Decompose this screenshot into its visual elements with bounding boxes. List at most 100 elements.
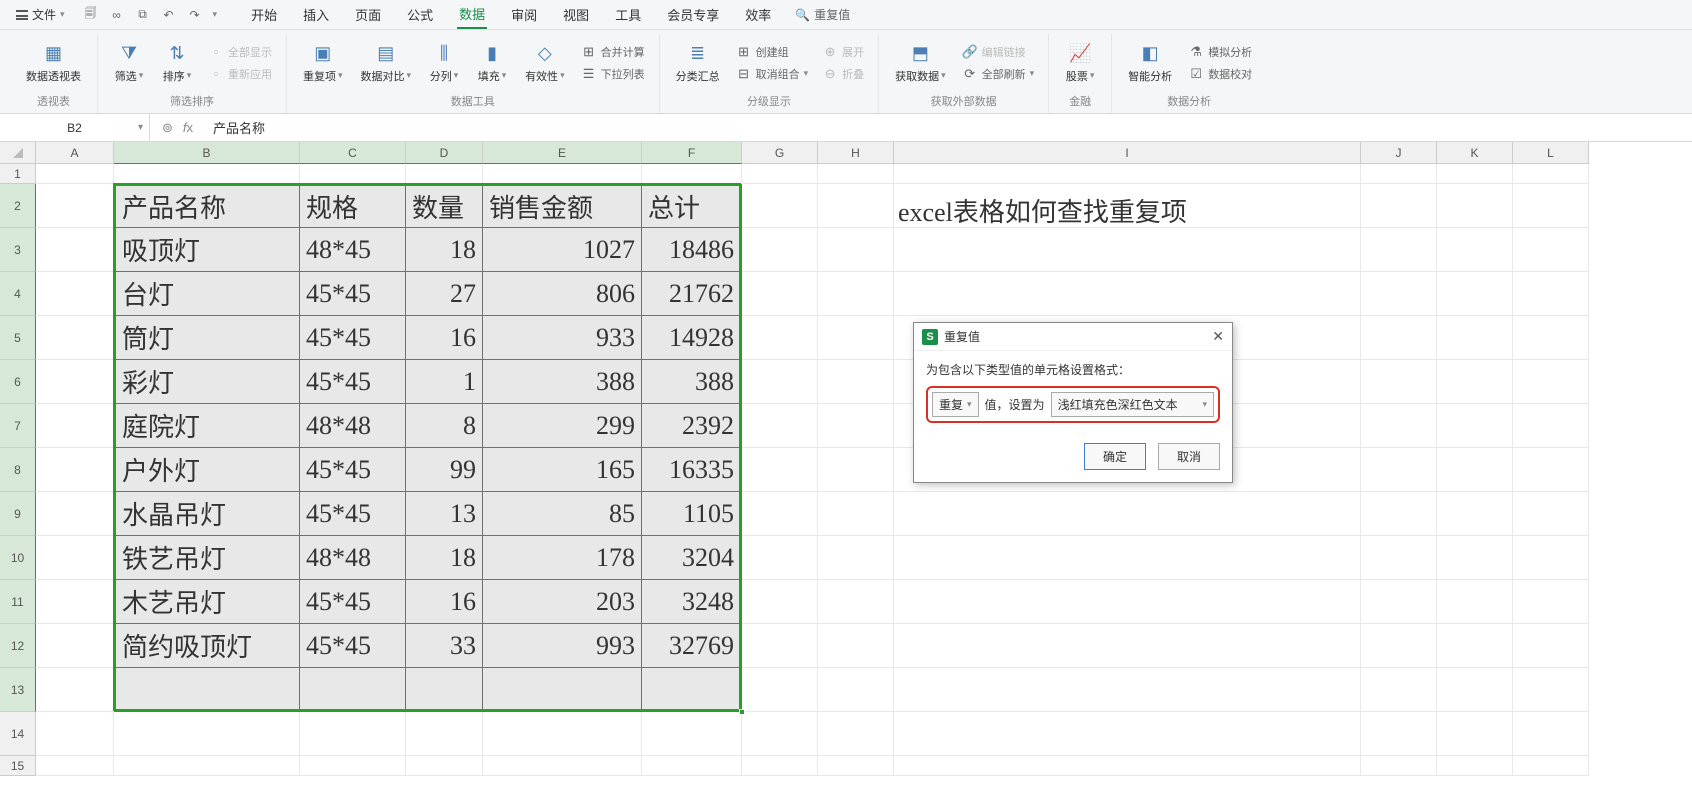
save-icon[interactable]: 🗐	[83, 7, 99, 23]
cell-H1[interactable]	[818, 164, 894, 184]
cell-B14[interactable]	[114, 712, 300, 756]
tab-插入[interactable]: 插入	[301, 1, 331, 28]
cell-I13[interactable]	[894, 668, 1361, 712]
cell-L15[interactable]	[1513, 756, 1589, 776]
cell-D2[interactable]: 数量	[406, 184, 483, 228]
cell-H6[interactable]	[818, 360, 894, 404]
cell-D8[interactable]: 99	[406, 448, 483, 492]
tab-会员专享[interactable]: 会员专享	[665, 1, 721, 28]
cell-H12[interactable]	[818, 624, 894, 668]
validation-button[interactable]: ◇有效性 ▾	[519, 38, 571, 88]
cell-G12[interactable]	[742, 624, 818, 668]
cell-H4[interactable]	[818, 272, 894, 316]
cell-I14[interactable]	[894, 712, 1361, 756]
cell-I12[interactable]	[894, 624, 1361, 668]
cell-K9[interactable]	[1437, 492, 1513, 536]
tab-效率[interactable]: 效率	[743, 1, 773, 28]
cell-A14[interactable]	[36, 712, 114, 756]
cell-K12[interactable]	[1437, 624, 1513, 668]
tab-公式[interactable]: 公式	[405, 1, 435, 28]
cell-F5[interactable]: 14928	[642, 316, 742, 360]
cell-L1[interactable]	[1513, 164, 1589, 184]
cell-J13[interactable]	[1361, 668, 1437, 712]
col-header-L[interactable]: L	[1513, 142, 1589, 164]
cell-I15[interactable]	[894, 756, 1361, 776]
cell-B9[interactable]: 水晶吊灯	[114, 492, 300, 536]
cell-D5[interactable]: 16	[406, 316, 483, 360]
col-header-I[interactable]: I	[894, 142, 1361, 164]
cell-L13[interactable]	[1513, 668, 1589, 712]
cell-B11[interactable]: 木艺吊灯	[114, 580, 300, 624]
cell-L10[interactable]	[1513, 536, 1589, 580]
cell-C13[interactable]	[300, 668, 406, 712]
cell-G14[interactable]	[742, 712, 818, 756]
cell-B8[interactable]: 户外灯	[114, 448, 300, 492]
row-header-6[interactable]: 6	[0, 360, 36, 404]
cancel-button[interactable]: 取消	[1158, 443, 1220, 470]
cell-C3[interactable]: 48*45	[300, 228, 406, 272]
cell-K3[interactable]	[1437, 228, 1513, 272]
cell-I11[interactable]	[894, 580, 1361, 624]
col-header-A[interactable]: A	[36, 142, 114, 164]
cell-C1[interactable]	[300, 164, 406, 184]
cell-I3[interactable]	[894, 228, 1361, 272]
cell-H10[interactable]	[818, 536, 894, 580]
cell-D12[interactable]: 33	[406, 624, 483, 668]
cell-G7[interactable]	[742, 404, 818, 448]
redo-icon[interactable]: ↷	[187, 7, 203, 23]
cell-F11[interactable]: 3248	[642, 580, 742, 624]
cell-H9[interactable]	[818, 492, 894, 536]
print-icon[interactable]: ⧉	[135, 7, 151, 23]
cell-F6[interactable]: 388	[642, 360, 742, 404]
cell-L11[interactable]	[1513, 580, 1589, 624]
cell-K15[interactable]	[1437, 756, 1513, 776]
cell-K13[interactable]	[1437, 668, 1513, 712]
cell-A10[interactable]	[36, 536, 114, 580]
col-header-J[interactable]: J	[1361, 142, 1437, 164]
col-header-H[interactable]: H	[818, 142, 894, 164]
cell-C6[interactable]: 45*45	[300, 360, 406, 404]
selection-handle[interactable]	[739, 709, 745, 715]
cell-G11[interactable]	[742, 580, 818, 624]
cell-D7[interactable]: 8	[406, 404, 483, 448]
cell-F13[interactable]	[642, 668, 742, 712]
cell-G10[interactable]	[742, 536, 818, 580]
cell-J12[interactable]	[1361, 624, 1437, 668]
cell-F8[interactable]: 16335	[642, 448, 742, 492]
cell-E11[interactable]: 203	[483, 580, 642, 624]
data-verify-button[interactable]: ☑数据校对	[1184, 64, 1256, 84]
cell-H14[interactable]	[818, 712, 894, 756]
row-header-15[interactable]: 15	[0, 756, 36, 776]
cell-B5[interactable]: 筒灯	[114, 316, 300, 360]
cell-D13[interactable]	[406, 668, 483, 712]
cell-G1[interactable]	[742, 164, 818, 184]
cell-A12[interactable]	[36, 624, 114, 668]
cell-F2[interactable]: 总计	[642, 184, 742, 228]
cell-E15[interactable]	[483, 756, 642, 776]
fx-icon[interactable]: fx	[183, 120, 193, 135]
cell-H7[interactable]	[818, 404, 894, 448]
cell-J3[interactable]	[1361, 228, 1437, 272]
cell-A9[interactable]	[36, 492, 114, 536]
row-header-4[interactable]: 4	[0, 272, 36, 316]
cell-J4[interactable]	[1361, 272, 1437, 316]
cell-F3[interactable]: 18486	[642, 228, 742, 272]
row-header-5[interactable]: 5	[0, 316, 36, 360]
row-header-13[interactable]: 13	[0, 668, 36, 712]
cell-E7[interactable]: 299	[483, 404, 642, 448]
cell-A3[interactable]	[36, 228, 114, 272]
cell-C7[interactable]: 48*48	[300, 404, 406, 448]
cell-C10[interactable]: 48*48	[300, 536, 406, 580]
cell-F14[interactable]	[642, 712, 742, 756]
cell-G6[interactable]	[742, 360, 818, 404]
cell-A6[interactable]	[36, 360, 114, 404]
cell-G5[interactable]	[742, 316, 818, 360]
cell-B10[interactable]: 铁艺吊灯	[114, 536, 300, 580]
row-header-2[interactable]: 2	[0, 184, 36, 228]
condition-select[interactable]: 重复 ▾	[932, 392, 979, 417]
cell-C15[interactable]	[300, 756, 406, 776]
cell-H3[interactable]	[818, 228, 894, 272]
cell-K10[interactable]	[1437, 536, 1513, 580]
col-header-B[interactable]: B	[114, 142, 300, 164]
cell-E2[interactable]: 销售金额	[483, 184, 642, 228]
